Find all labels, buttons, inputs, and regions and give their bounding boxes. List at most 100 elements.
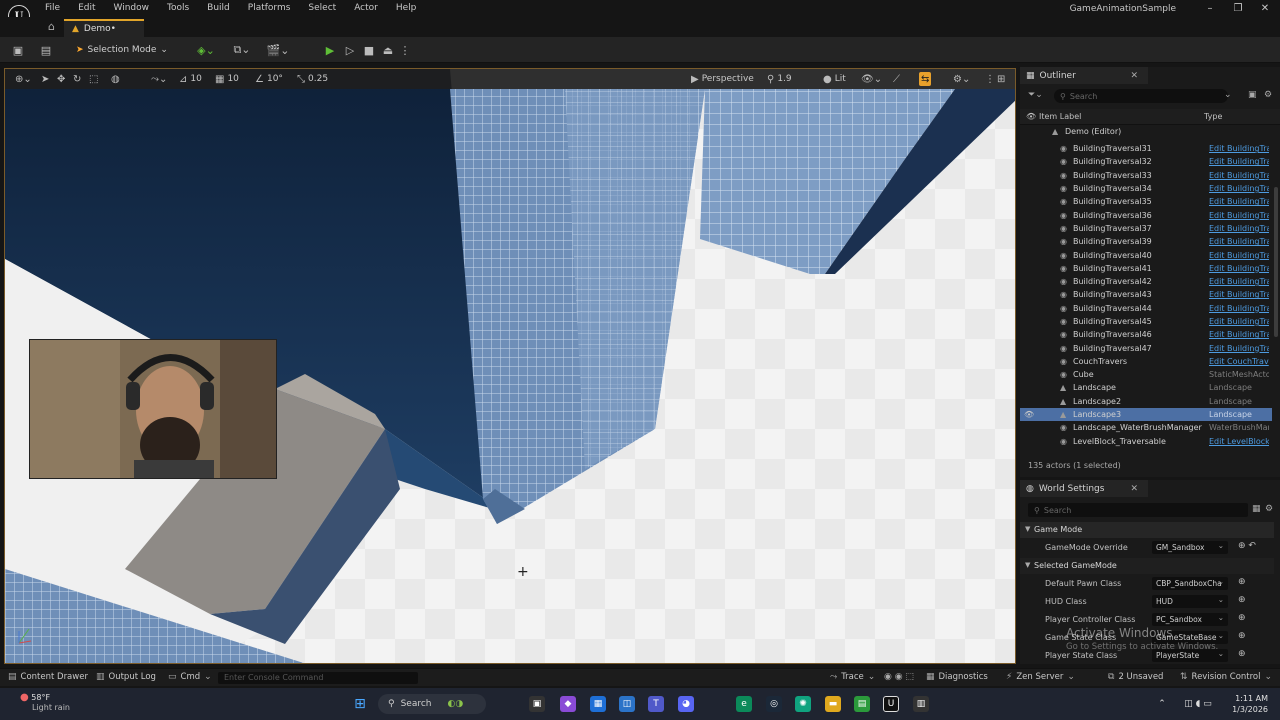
world-settings-tab[interactable]: ◍ World Settings ✕ [1020,480,1148,497]
browse-icon[interactable]: ⊕ [1238,577,1246,587]
menu-platforms[interactable]: Platforms [239,0,300,17]
menu-window[interactable]: Window [105,0,159,17]
ws-settings-icon[interactable]: ⚙ [1265,504,1273,514]
edit-type-link[interactable]: Edit BuildingTra [1209,264,1269,273]
table-row[interactable]: ◉ BuildingTraversal41 Edit BuildingTra [1020,262,1272,275]
edit-type-link[interactable]: Edit BuildingTra [1209,197,1269,206]
scale-snap-value[interactable]: ⤡ 0.25 [297,72,328,86]
browse-icon[interactable]: ⊕ [1238,649,1246,659]
level-viewport[interactable]: ⊕⌄ ➤ ✥ ↻ ⬚ ◍ ⤳⌄ ⊿ 10 ▦ 10 ∠ 10° ⤡ 0.25 ▶ Pers… [4,68,1016,664]
edit-type-link[interactable]: Edit BuildingTra [1209,317,1269,326]
column-item-label[interactable]: Item Label [1039,112,1081,121]
table-row[interactable]: ◉ BuildingTraversal31 Edit BuildingTra [1020,142,1272,155]
menu-build[interactable]: Build [198,0,239,17]
store-icon[interactable]: ▦ [590,696,606,712]
section-selected-gamemode[interactable]: ▼ Selected GameMode [1020,558,1274,574]
edit-type-link[interactable]: Edit BuildingTra [1209,211,1269,220]
chatgpt-icon[interactable]: ✺ [795,696,811,712]
edit-type-link[interactable]: Edit LevelBlock [1209,437,1269,446]
grid-snap-value[interactable]: ▦ 10 [215,72,239,86]
stop-icon[interactable]: ■ [361,41,377,59]
home-icon[interactable]: ⌂ [48,20,55,33]
select-tool-icon[interactable]: ➤ [41,72,49,86]
edit-type-link[interactable]: Edit BuildingTra [1209,330,1269,339]
close-icon[interactable]: ✕ [1255,2,1275,15]
tray-chevron-icon[interactable]: ⌃ [1154,696,1170,712]
console-command-input[interactable]: Enter Console Command [218,672,418,684]
minimize-icon[interactable]: – [1200,2,1220,15]
menu-file[interactable]: File [36,0,69,17]
diagnostics-button[interactable]: ▦ Diagnostics [926,672,988,682]
browse-icon[interactable]: ⊕ [1238,631,1246,641]
edit-type-link[interactable]: Edit BuildingTra [1209,144,1269,153]
edit-type-link[interactable]: Edit BuildingTra [1209,290,1269,299]
weather-widget[interactable]: ● 58°F Light rain [20,692,70,712]
table-row[interactable]: ◉ Landscape_WaterBrushManager WaterBrushMa… [1020,421,1272,434]
app-icon[interactable]: ▤ [854,696,870,712]
section-game-mode[interactable]: ▼ Game Mode [1020,522,1274,538]
game-mode-override-dropdown[interactable]: GM_Sandbox [1152,541,1228,554]
table-row[interactable]: ▲ Landscape Landscape [1020,381,1272,394]
property-dropdown[interactable]: PC_Sandbox [1152,613,1228,626]
table-row[interactable]: ◉ BuildingTraversal46 Edit BuildingTra [1020,328,1272,341]
table-row[interactable]: ◉ BuildingTraversal35 Edit BuildingTra [1020,195,1272,208]
realtime-icon[interactable]: ⟋ [893,72,900,86]
edit-type-link[interactable]: Edit BuildingTra [1209,277,1269,286]
move-tool-icon[interactable]: ✥ [57,72,65,86]
cmd-dropdown[interactable]: ▭ Cmd ⌄ [168,672,212,682]
table-row[interactable]: 👁 ▲ Landscape3 Landscape [1020,407,1272,422]
view-mode-dropdown[interactable]: ● Lit [823,72,846,86]
edit-type-link[interactable]: Edit BuildingTra [1209,171,1269,180]
column-type[interactable]: Type [1204,112,1222,121]
task-view-icon[interactable]: ▣ [529,696,545,712]
browse-icon[interactable]: ⊕ ↶ [1238,541,1256,551]
table-row[interactable]: ◉ BuildingTraversal40 Edit BuildingTra [1020,248,1272,261]
taskbar-search[interactable]: ⚲ Search ◐◑ [378,694,486,714]
outliner-tab[interactable]: ▦ Outliner ✕ [1020,67,1148,84]
network-volume-icon[interactable]: ◫ ◖ ▭ [1178,696,1218,712]
filter-icon[interactable]: ⏷⌄ [1028,90,1043,100]
grid-snap-toggle[interactable]: ⊿ 10 [179,72,202,86]
menu-help[interactable]: Help [387,0,426,17]
close-world-settings-icon[interactable]: ✕ [1130,484,1138,494]
terminal-taskbar-icon[interactable]: ▥ [913,696,929,712]
outliner-settings-icon[interactable]: ⚙ [1264,90,1272,100]
table-row[interactable]: ◉ BuildingTraversal32 Edit BuildingTra [1020,155,1272,168]
surface-snap-icon[interactable]: ⤳⌄ [151,72,167,86]
trace-dropdown[interactable]: ⤳ Trace ⌄ [830,672,875,682]
layout-icon[interactable]: ⊞ [997,72,1005,86]
menu-actor[interactable]: Actor [345,0,387,17]
rotation-snap-value[interactable]: ∠ 10° [255,72,283,86]
browse-icon[interactable]: ⊕ [1238,613,1246,623]
unsaved-button[interactable]: ⧉ 2 Unsaved [1108,672,1163,682]
menu-select[interactable]: Select [299,0,345,17]
rotate-tool-icon[interactable]: ↻ [73,72,81,86]
windows-start-icon[interactable]: ⊞ [352,696,368,712]
menu-tools[interactable]: Tools [158,0,198,17]
edge-icon[interactable]: e [736,696,752,712]
property-dropdown[interactable]: HUD [1152,595,1228,608]
edit-type-link[interactable]: Edit BuildingTra [1209,344,1269,353]
edit-type-link[interactable]: Edit BuildingTra [1209,304,1269,313]
search-chevron-icon[interactable]: ⌄ [1224,90,1232,100]
step-icon[interactable]: ▷ [342,41,358,59]
play-icon[interactable]: ▶ [322,41,338,59]
selection-mode-dropdown[interactable]: ➤ Selection Mode ⌄ [76,42,168,58]
edit-type-link[interactable]: Edit BuildingTra [1209,184,1269,193]
table-row[interactable]: ▲ Landscape2 Landscape [1020,395,1272,408]
table-row[interactable]: ◉ LevelBlock_Traversable Edit LevelBlock [1020,435,1272,448]
table-row[interactable]: ◉ BuildingTraversal39 Edit BuildingTra [1020,235,1272,248]
property-dropdown[interactable]: CBP_SandboxCha [1152,577,1228,590]
save-icon[interactable]: ▣ [10,41,26,59]
zen-server-button[interactable]: ⚡ Zen Server ⌄ [1006,672,1075,682]
output-log-button[interactable]: ▥ Output Log [96,672,156,682]
table-row[interactable]: ◉ BuildingTraversal33 Edit BuildingTra [1020,169,1272,182]
edit-type-link[interactable]: Edit BuildingTra [1209,157,1269,166]
edit-type-link[interactable]: Edit BuildingTra [1209,237,1269,246]
table-row[interactable]: ◉ BuildingTraversal44 Edit BuildingTra [1020,302,1272,315]
cinematics-icon[interactable]: 🎬⌄ [266,41,290,59]
content-drawer-button[interactable]: ▤ Content Drawer [8,672,88,682]
camera-speed[interactable]: ⚲ 1.9 [767,72,792,86]
blueprint-icon[interactable]: ⧉⌄ [230,41,254,59]
transform-menu-icon[interactable]: ⊕⌄ [15,72,32,86]
